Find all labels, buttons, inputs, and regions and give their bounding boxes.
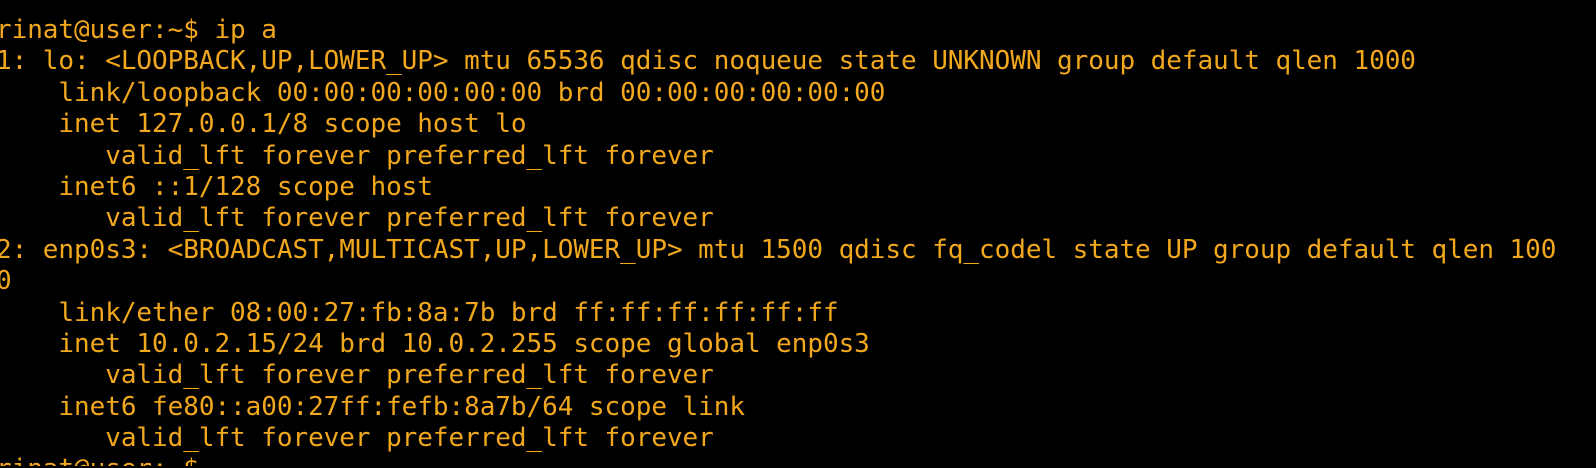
next-prompt-line: rinat@user:~$	[0, 454, 1596, 466]
prompt-line: rinat@user:~$ ip a	[0, 15, 277, 45]
output-line-enp0s3-link: link/ether 08:00:27:fb:8a:7b brd ff:ff:f…	[0, 297, 839, 328]
output-line-lo-inet6-lifetime: valid_lft forever preferred_lft forever	[0, 203, 714, 234]
terminal-window[interactable]: rinat@user:~$ ip a 1: lo: <LOOPBACK,UP,L…	[0, 0, 1596, 468]
output-line-enp0s3-inet-lifetime: valid_lft forever preferred_lft forever	[0, 360, 714, 391]
output-line-lo-header: 1: lo: <LOOPBACK,UP,LOWER_UP> mtu 65536 …	[0, 46, 1416, 77]
output-line-lo-inet: inet 127.0.0.1/8 scope host lo	[0, 109, 527, 140]
output-line-lo-inet6: inet6 ::1/128 scope host	[0, 171, 433, 202]
output-line-enp0s3-header: 2: enp0s3: <BROADCAST,MULTICAST,UP,LOWER…	[0, 234, 1557, 265]
output-line-enp0s3-inet6-lifetime: valid_lft forever preferred_lft forever	[0, 423, 714, 454]
output-line-enp0s3-inet6: inet6 fe80::a00:27ff:fefb:8a7b/64 scope …	[0, 391, 745, 422]
output-line-lo-inet-lifetime: valid_lft forever preferred_lft forever	[0, 140, 714, 171]
output-line-enp0s3-header-wrap: 0	[0, 266, 12, 297]
output-line-lo-link: link/loopback 00:00:00:00:00:00 brd 00:0…	[0, 77, 886, 108]
output-line-enp0s3-inet: inet 10.0.2.15/24 brd 10.0.2.255 scope g…	[0, 328, 870, 359]
